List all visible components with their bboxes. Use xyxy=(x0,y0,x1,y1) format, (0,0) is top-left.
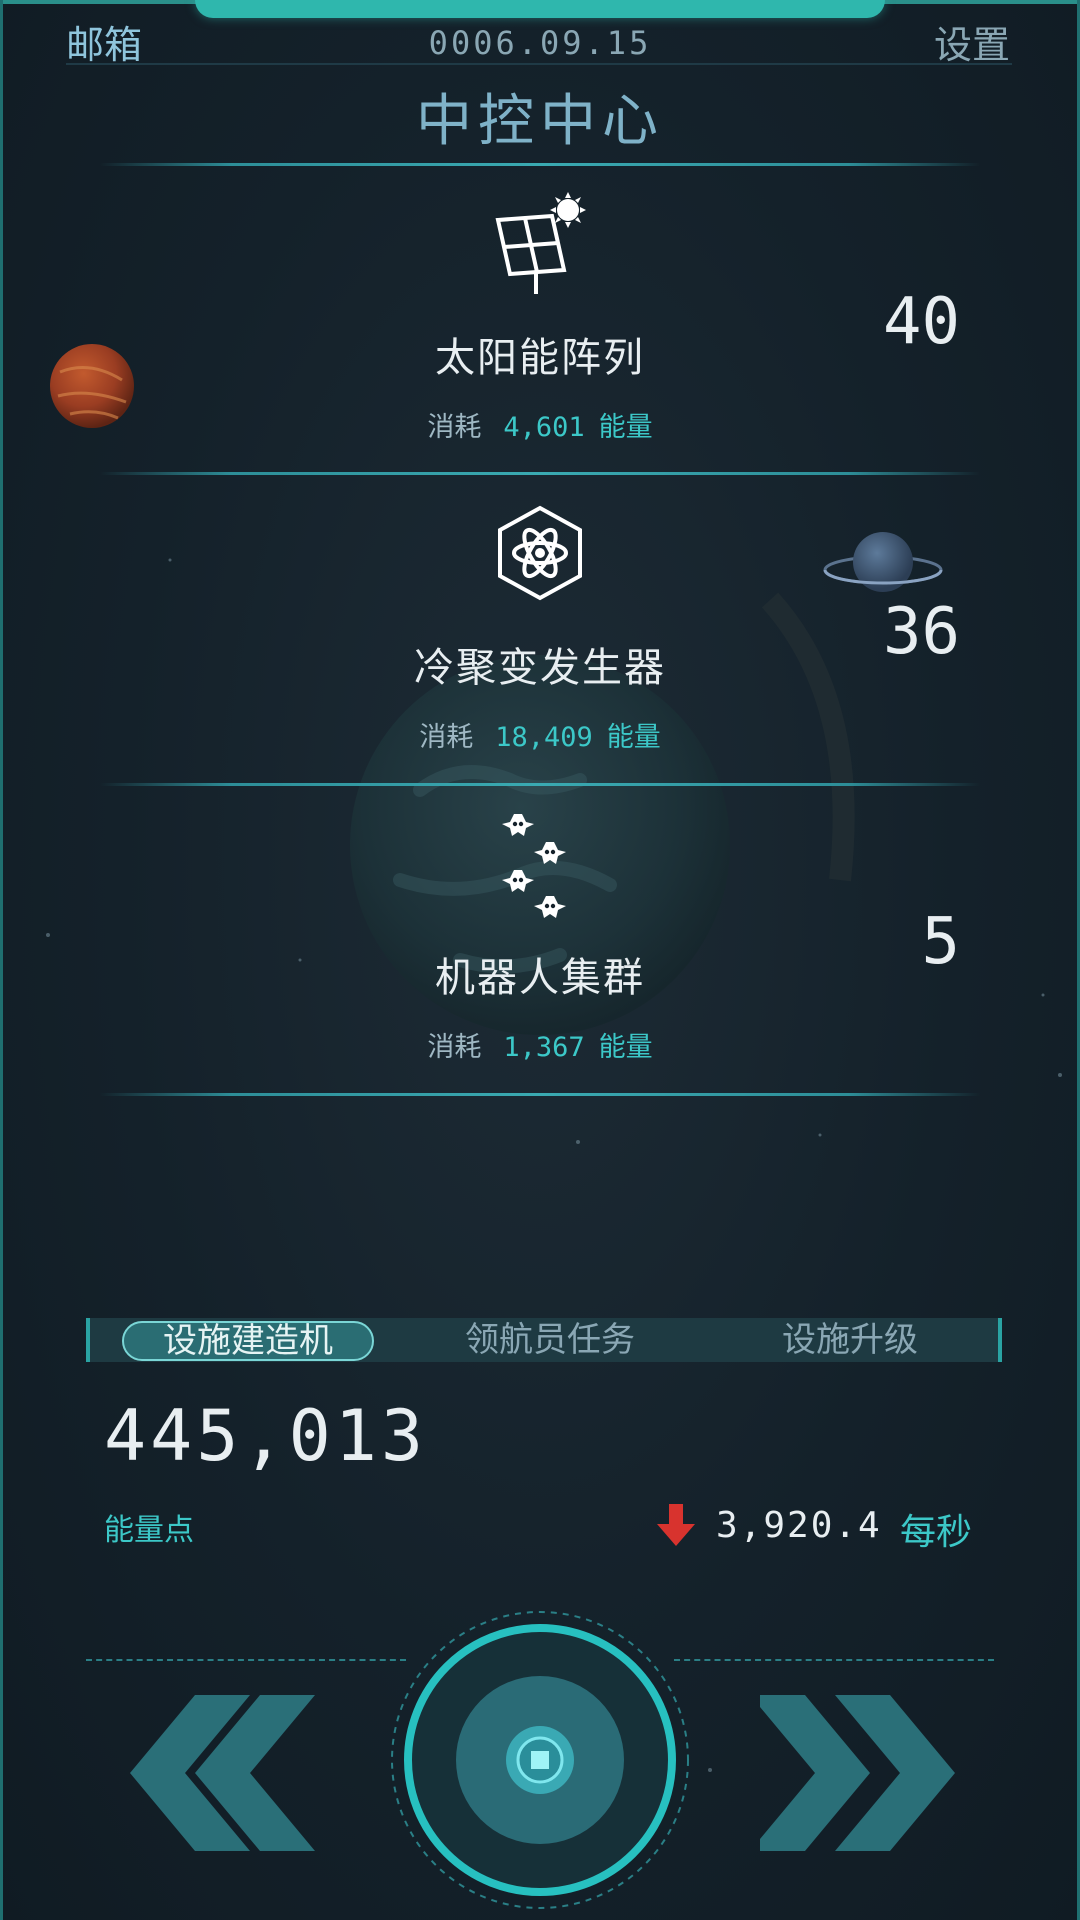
header-divider xyxy=(66,63,1012,65)
energy-label: 能量点 xyxy=(104,1513,194,1548)
cost-value: 1,367 xyxy=(503,1032,585,1063)
tab-bar: 设施建造机 领航员任务 设施升级 xyxy=(86,1318,1002,1362)
facility-count: 5 xyxy=(921,905,960,979)
facility-name: 机器人集群 xyxy=(435,955,645,1001)
facility-cost: 消耗 18,409 能量 xyxy=(0,715,1080,754)
energy-rate-unit: 每秒 xyxy=(900,1512,973,1553)
facility-cold-fusion-generator[interactable]: 冷聚变发生器 消耗 18,409 能量 36 xyxy=(0,500,1080,800)
facility-count: 36 xyxy=(882,595,960,669)
facility-cost: 消耗 1,367 能量 xyxy=(0,1025,1080,1064)
double-chevron-left-icon[interactable] xyxy=(100,1695,320,1855)
solar-panel-icon xyxy=(495,192,586,294)
facility-cost: 消耗 4,601 能量 xyxy=(0,405,1080,444)
game-date: 0006.09.15 xyxy=(428,24,652,62)
tab-facility-upgrade[interactable]: 设施升级 xyxy=(730,1318,970,1362)
drone-swarm-icon xyxy=(502,814,566,918)
arrow-down-icon xyxy=(657,1504,695,1546)
settings-button[interactable]: 设置 xyxy=(934,14,1010,69)
cost-unit: 能量 xyxy=(606,722,661,753)
cost-unit: 能量 xyxy=(598,1032,653,1063)
energy-total: 445,013 xyxy=(104,1395,428,1477)
cost-value: 18,409 xyxy=(495,722,593,753)
atom-hexagon-icon xyxy=(498,505,582,601)
facility-robot-swarm[interactable]: 机器人集群 消耗 1,367 能量 5 xyxy=(0,810,1080,1110)
cost-label: 消耗 xyxy=(419,722,474,753)
cost-label: 消耗 xyxy=(427,1032,482,1063)
cost-unit: 能量 xyxy=(598,412,653,443)
dashed-divider xyxy=(86,1659,406,1661)
divider xyxy=(100,163,980,166)
cost-label: 消耗 xyxy=(427,412,482,443)
energy-rate: 3,920.4 xyxy=(716,1505,882,1546)
dashed-divider xyxy=(674,1659,994,1661)
tab-facility-builder[interactable]: 设施建造机 xyxy=(122,1321,374,1361)
core-button[interactable] xyxy=(380,1610,700,1910)
tab-navigator-missions[interactable]: 领航员任务 xyxy=(420,1318,680,1362)
facility-count: 40 xyxy=(882,285,960,359)
page-title: 中控中心 xyxy=(416,89,664,154)
double-chevron-right-icon[interactable] xyxy=(760,1695,980,1855)
facility-solar-array[interactable]: 太阳能阵列 消耗 4,601 能量 40 xyxy=(0,190,1080,490)
cost-value: 4,601 xyxy=(503,412,585,443)
